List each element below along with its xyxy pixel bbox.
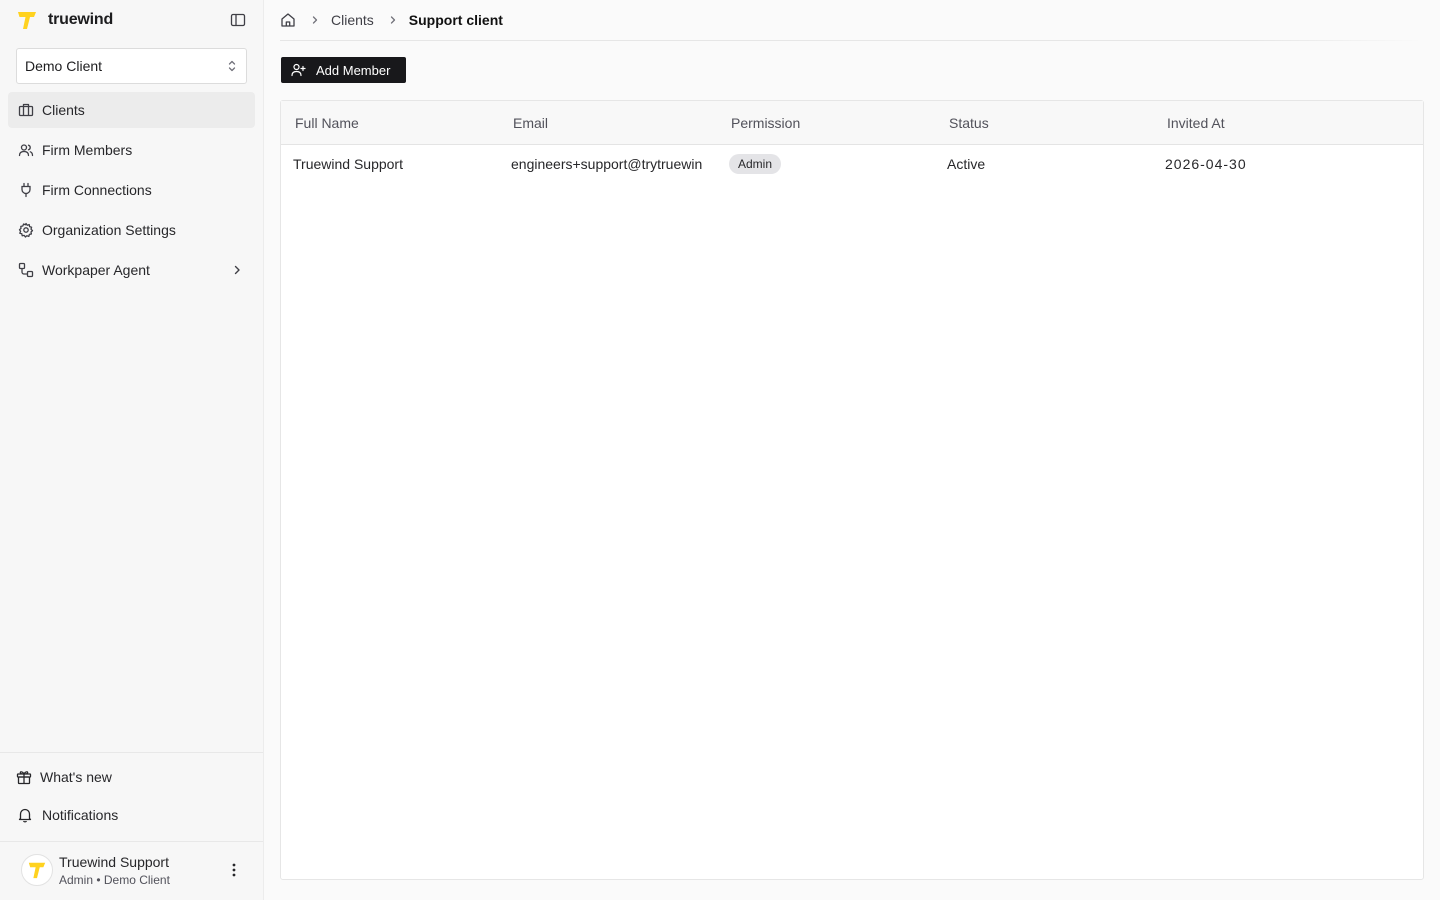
building-icon [18, 102, 34, 118]
sidebar-item-label: Firm Connections [42, 182, 152, 198]
client-select-value: Demo Client [25, 58, 103, 74]
chevron-right-icon [310, 15, 320, 25]
user-name: Truewind Support [59, 854, 169, 870]
column-header-invited-at[interactable]: Invited At [1167, 115, 1225, 131]
table-row[interactable]: Truewind Support engineers+support@trytr… [281, 145, 1423, 183]
sidebar-footer: What's new Notifications [0, 752, 263, 823]
breadcrumb-current: Support client [408, 12, 503, 28]
users-icon [18, 142, 34, 158]
chevron-right-icon [231, 264, 243, 276]
user-role: Admin • Demo Client [59, 873, 170, 887]
whats-new-link[interactable]: What's new [16, 767, 112, 787]
add-member-label: Add Member [316, 62, 391, 78]
sidebar-item-organization-settings[interactable]: Organization Settings [8, 212, 255, 248]
plug-icon [18, 182, 34, 198]
more-vertical-button[interactable] [226, 861, 242, 879]
cell-invited-at: 2026-04-30 [1165, 156, 1247, 172]
permission-badge: Admin [729, 154, 782, 174]
workflow-icon [18, 262, 34, 278]
table-header: Full Name Email Permission Status Invite… [281, 101, 1423, 145]
bell-icon [18, 807, 32, 823]
sidebar-item-label: Firm Members [42, 142, 133, 158]
breadcrumb-clients[interactable]: Clients [331, 12, 374, 28]
notifications-label: Notifications [42, 807, 119, 823]
sidebar-item-workpaper-agent[interactable]: Workpaper Agent [8, 252, 255, 288]
more-vertical-icon [232, 863, 236, 877]
cell-status: Active [947, 156, 986, 172]
user-menu[interactable]: Truewind Support Admin • Demo Client [0, 841, 263, 900]
add-member-button[interactable]: Add Member [281, 57, 406, 83]
user-plus-icon [291, 63, 306, 77]
cell-full-name: Truewind Support [293, 156, 403, 172]
sidebar-nav: Clients Firm Members Firm Connections Or… [8, 92, 255, 292]
notifications-link[interactable]: Notifications [18, 805, 118, 825]
members-table: Full Name Email Permission Status Invite… [280, 100, 1424, 880]
client-select[interactable]: Demo Client [16, 48, 247, 84]
header-divider [280, 40, 1424, 41]
main-content: Clients Support client Add Member Full N… [264, 0, 1440, 900]
home-icon[interactable] [280, 12, 296, 28]
column-header-status[interactable]: Status [949, 115, 989, 131]
truewind-logo-icon [28, 862, 46, 879]
avatar [21, 854, 53, 886]
sidebar-item-label: Clients [42, 102, 85, 118]
sidebar-item-label: Organization Settings [42, 222, 176, 238]
panel-left-icon [230, 13, 246, 27]
gift-icon [16, 769, 32, 785]
sidebar-item-clients[interactable]: Clients [8, 92, 255, 128]
brand-name: truewind [48, 11, 114, 28]
sidebar-item-firm-members[interactable]: Firm Members [8, 132, 255, 168]
sidebar-item-firm-connections[interactable]: Firm Connections [8, 172, 255, 208]
column-header-full-name[interactable]: Full Name [295, 115, 359, 131]
whats-new-label: What's new [40, 769, 112, 785]
breadcrumb: Clients Support client [280, 10, 503, 30]
cell-email: engineers+support@trytruewin [511, 156, 703, 172]
chevron-right-icon [388, 15, 398, 25]
truewind-logo-icon [18, 12, 36, 29]
sidebar: truewind Demo Client Clients Firm Member… [0, 0, 264, 900]
column-header-email[interactable]: Email [513, 115, 548, 131]
sidebar-toggle-button[interactable] [229, 11, 247, 29]
brand[interactable]: truewind [16, 9, 113, 31]
column-header-permission[interactable]: Permission [731, 115, 800, 131]
sidebar-item-label: Workpaper Agent [42, 262, 150, 278]
gear-icon [18, 222, 34, 238]
chevrons-up-down-icon [226, 59, 238, 73]
